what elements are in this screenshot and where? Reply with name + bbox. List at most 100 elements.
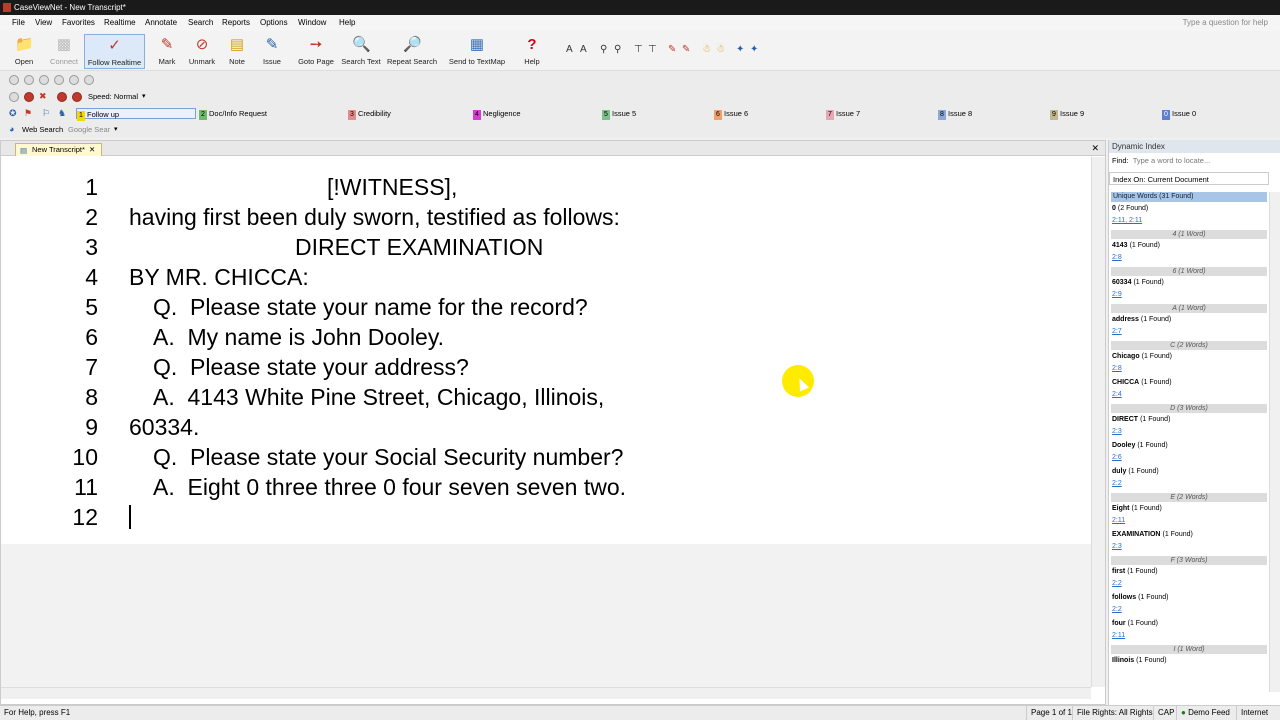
menu-view[interactable]: View — [35, 18, 52, 27]
search-engine-select[interactable]: Google Sear — [68, 125, 110, 134]
help-button[interactable]: ? Help — [518, 34, 546, 69]
index-reference-link[interactable]: 2:2 — [1111, 605, 1267, 614]
index-word[interactable]: CHICCA (1 Found) — [1111, 378, 1267, 387]
vertical-scrollbar[interactable] — [1091, 157, 1105, 687]
index-word[interactable]: duly (1 Found) — [1111, 467, 1267, 476]
issue-button[interactable]: ✎ Issue — [258, 34, 286, 69]
index-word[interactable]: 4143 (1 Found) — [1111, 241, 1267, 250]
index-reference-link[interactable]: 2:7 — [1111, 327, 1267, 336]
find-input[interactable]: Type a word to locate... — [1133, 156, 1211, 165]
transcript-view[interactable]: 1 [!WITNESS], 2 having first been duly s… — [1, 157, 1091, 544]
index-reference-link[interactable]: 2:4 — [1111, 390, 1267, 399]
index-word[interactable]: Dooley (1 Found) — [1111, 441, 1267, 450]
format-tool-icon[interactable]: ⊤ — [634, 44, 643, 55]
font-increase-icon[interactable]: A — [566, 44, 573, 55]
tool-dot-icon[interactable] — [24, 75, 34, 85]
index-reference-link[interactable]: 2:11 — [1111, 631, 1267, 640]
index-reference-link[interactable]: 2:9 — [1111, 290, 1267, 299]
play-icon[interactable] — [72, 92, 82, 102]
index-word[interactable]: 60334 (1 Found) — [1111, 278, 1267, 287]
issue-6[interactable]: 6 Issue 6 — [714, 108, 748, 120]
tool-dot-icon[interactable] — [39, 75, 49, 85]
index-word[interactable]: 0 (2 Found) — [1111, 204, 1267, 213]
tool-dot-icon[interactable] — [9, 75, 19, 85]
repeat-search-button[interactable]: 🔎 Repeat Search — [386, 34, 438, 69]
person-icon[interactable]: ⚑ — [24, 108, 32, 119]
issue-0[interactable]: 0 Issue 0 — [1162, 108, 1196, 120]
link-tool-icon[interactable]: ✦ — [750, 44, 758, 55]
issue-4[interactable]: 4 Negligence — [473, 108, 521, 120]
index-reference-link[interactable]: 2:2 — [1111, 479, 1267, 488]
rewind-icon[interactable] — [57, 92, 67, 102]
chevron-down-icon[interactable]: ▾ — [114, 125, 118, 133]
pin-icon[interactable]: ✪ — [9, 108, 17, 119]
unmark-button[interactable]: ⊘ Unmark — [186, 34, 218, 69]
search-text-button[interactable]: 🔍 Search Text — [340, 34, 382, 69]
link-tool-icon[interactable]: ✦ — [736, 44, 744, 55]
index-word[interactable]: Chicago (1 Found) — [1111, 352, 1267, 361]
index-reference-link[interactable]: 2:11 — [1111, 516, 1267, 525]
mark-button[interactable]: ✎ Mark — [152, 34, 182, 69]
menu-window[interactable]: Window — [298, 18, 326, 27]
close-icon[interactable]: ✖ — [39, 91, 47, 102]
stop-icon[interactable] — [24, 92, 34, 102]
index-word[interactable]: EXAMINATION (1 Found) — [1111, 530, 1267, 539]
menu-file[interactable]: File — [12, 18, 25, 27]
follow-realtime-button[interactable]: ✓ Follow Realtime — [84, 34, 145, 69]
person-icon[interactable]: ♞ — [58, 108, 66, 119]
menu-favorites[interactable]: Favorites — [62, 18, 95, 27]
index-reference-link[interactable]: 2:3 — [1111, 542, 1267, 551]
issue-3[interactable]: 3 Credibility — [348, 108, 391, 120]
index-word[interactable]: Illinois (1 Found) — [1111, 656, 1267, 665]
menu-options[interactable]: Options — [260, 18, 288, 27]
annotation-tool-icon[interactable]: ☃ — [702, 44, 711, 55]
goto-page-button[interactable]: ➙ Goto Page — [295, 34, 337, 69]
unique-words-header[interactable]: Unique Words (31 Found) — [1111, 192, 1267, 202]
index-word[interactable]: Eight (1 Found) — [1111, 504, 1267, 513]
menu-annotate[interactable]: Annotate — [145, 18, 177, 27]
issue-5[interactable]: 5 Issue 5 — [602, 108, 636, 120]
web-search-label[interactable]: Web Search — [22, 125, 63, 134]
highlight-tool-icon[interactable]: ✎ — [668, 44, 676, 55]
index-word[interactable]: address (1 Found) — [1111, 315, 1267, 324]
flag-icon[interactable]: ⚐ — [42, 108, 50, 119]
menu-help[interactable]: Help — [339, 18, 355, 27]
menu-reports[interactable]: Reports — [222, 18, 250, 27]
menu-realtime[interactable]: Realtime — [104, 18, 136, 27]
index-reference-link[interactable]: 2:6 — [1111, 453, 1267, 462]
index-word[interactable]: first (1 Found) — [1111, 567, 1267, 576]
note-button[interactable]: ▤ Note — [224, 34, 250, 69]
tab-new-transcript[interactable]: ▤ New Transcript* ✕ — [15, 143, 103, 156]
close-tab-icon[interactable]: ✕ — [89, 145, 95, 154]
index-word[interactable]: DIRECT (1 Found) — [1111, 415, 1267, 424]
help-search-input[interactable]: Type a question for help — [1183, 18, 1268, 27]
tool-dot-icon[interactable] — [84, 75, 94, 85]
horizontal-scrollbar[interactable] — [1, 687, 1091, 699]
index-on-select[interactable]: Index On: Current Document — [1109, 172, 1269, 185]
index-reference-link[interactable]: 2:2 — [1111, 579, 1267, 588]
index-reference-link[interactable]: 2:8 — [1111, 364, 1267, 373]
index-reference-link[interactable]: 2:3 — [1111, 427, 1267, 436]
index-word[interactable]: four (1 Found) — [1111, 619, 1267, 628]
close-icon[interactable]: ✕ — [1091, 143, 1099, 154]
format-tool-icon[interactable]: ⚲ — [614, 44, 621, 55]
issue-8[interactable]: 8 Issue 8 — [938, 108, 972, 120]
index-reference-link[interactable]: 2:8 — [1111, 253, 1267, 262]
format-tool-icon[interactable]: ⊤ — [648, 44, 657, 55]
record-icon[interactable] — [9, 92, 19, 102]
issue-9[interactable]: 9 Issue 9 — [1050, 108, 1084, 120]
open-button[interactable]: 📁 Open — [6, 34, 42, 69]
index-word[interactable]: follows (1 Found) — [1111, 593, 1267, 602]
tool-dot-icon[interactable] — [54, 75, 64, 85]
format-tool-icon[interactable]: ⚲ — [600, 44, 607, 55]
speed-select[interactable]: Speed: Normal — [88, 92, 138, 101]
menu-search[interactable]: Search — [188, 18, 213, 27]
index-scrollbar[interactable] — [1269, 192, 1280, 692]
issue-2[interactable]: 2 Doc/Info Request — [199, 108, 267, 120]
annotation-tool-icon[interactable]: ☃ — [716, 44, 725, 55]
tool-dot-icon[interactable] — [69, 75, 79, 85]
highlight-tool-icon[interactable]: ✎ — [682, 44, 690, 55]
font-decrease-icon[interactable]: A — [580, 44, 587, 55]
issue-7[interactable]: 7 Issue 7 — [826, 108, 860, 120]
connect-button[interactable]: ▩ Connect — [46, 34, 82, 69]
